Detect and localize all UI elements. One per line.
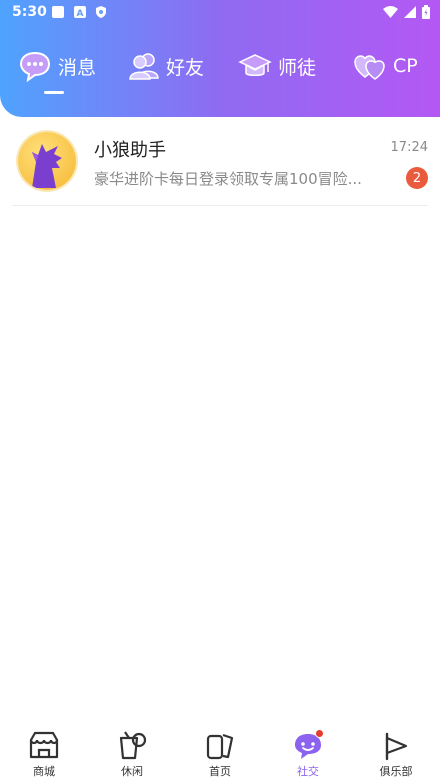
notification-dot bbox=[315, 729, 324, 738]
tab-messages[interactable]: 消息 bbox=[18, 44, 96, 88]
tab-mentor[interactable]: 师徒 bbox=[238, 44, 316, 88]
avatar bbox=[18, 132, 76, 190]
unread-badge: 2 bbox=[406, 167, 428, 189]
chat-bubble-icon bbox=[19, 51, 51, 82]
a-app-icon: A bbox=[74, 6, 86, 18]
graduation-cap-icon bbox=[238, 54, 272, 76]
hearts-icon bbox=[354, 55, 385, 80]
nav-item-leisure[interactable]: 休闲 bbox=[102, 730, 162, 782]
battery-icon bbox=[422, 5, 430, 19]
nav-label: 社交 bbox=[297, 765, 319, 778]
shield-icon bbox=[96, 6, 106, 18]
nav-label: 商城 bbox=[33, 765, 55, 778]
tab-label: 消息 bbox=[58, 56, 97, 79]
nav-label: 休闲 bbox=[121, 765, 143, 778]
header-banner: 5:30 A 消息 好友 师徒 CP bbox=[0, 0, 440, 117]
nav-item-store[interactable]: 商城 bbox=[14, 730, 74, 782]
social-icon-wrap bbox=[291, 729, 325, 762]
wifi-icon bbox=[383, 6, 398, 18]
top-tab-bar: 消息 好友 师徒 CP bbox=[0, 44, 440, 94]
tab-label: 师徒 bbox=[278, 56, 317, 79]
message-list: 小狼助手 17:24 豪华进阶卡每日登录领取专属100冒险... 2 bbox=[0, 117, 440, 206]
nav-label: 首页 bbox=[209, 765, 231, 778]
status-bar: 5:30 A bbox=[0, 0, 440, 26]
flag-icon bbox=[385, 732, 408, 761]
cup-icon bbox=[119, 731, 147, 760]
wolf-icon bbox=[32, 144, 62, 188]
bottom-nav: 商城 休闲 首页 社交 俱乐部 bbox=[0, 724, 440, 782]
notification-square-icon bbox=[52, 6, 64, 18]
svg-text:A: A bbox=[77, 9, 84, 18]
nav-item-social[interactable]: 社交 bbox=[278, 729, 338, 782]
store-icon bbox=[29, 731, 59, 759]
message-time: 17:24 bbox=[390, 140, 428, 155]
contact-name: 小狼助手 bbox=[94, 140, 166, 161]
tab-cp[interactable]: CP bbox=[353, 44, 418, 88]
tab-friends[interactable]: 好友 bbox=[128, 44, 204, 88]
active-tab-indicator bbox=[44, 91, 64, 94]
tab-label: 好友 bbox=[166, 56, 205, 79]
tab-label: CP bbox=[393, 55, 418, 77]
home-cards-icon bbox=[206, 733, 234, 760]
nav-item-home[interactable]: 首页 bbox=[190, 730, 250, 782]
system-icons bbox=[383, 5, 430, 19]
status-time: 5:30 bbox=[12, 4, 47, 20]
list-item[interactable]: 小狼助手 17:24 豪华进阶卡每日登录领取专属100冒险... 2 bbox=[12, 117, 428, 206]
nav-label: 俱乐部 bbox=[379, 765, 413, 778]
friends-icon bbox=[129, 53, 159, 80]
nav-item-club[interactable]: 俱乐部 bbox=[366, 730, 426, 782]
cellular-signal-icon bbox=[404, 6, 416, 18]
message-preview: 豪华进阶卡每日登录领取专属100冒险... bbox=[94, 170, 362, 188]
